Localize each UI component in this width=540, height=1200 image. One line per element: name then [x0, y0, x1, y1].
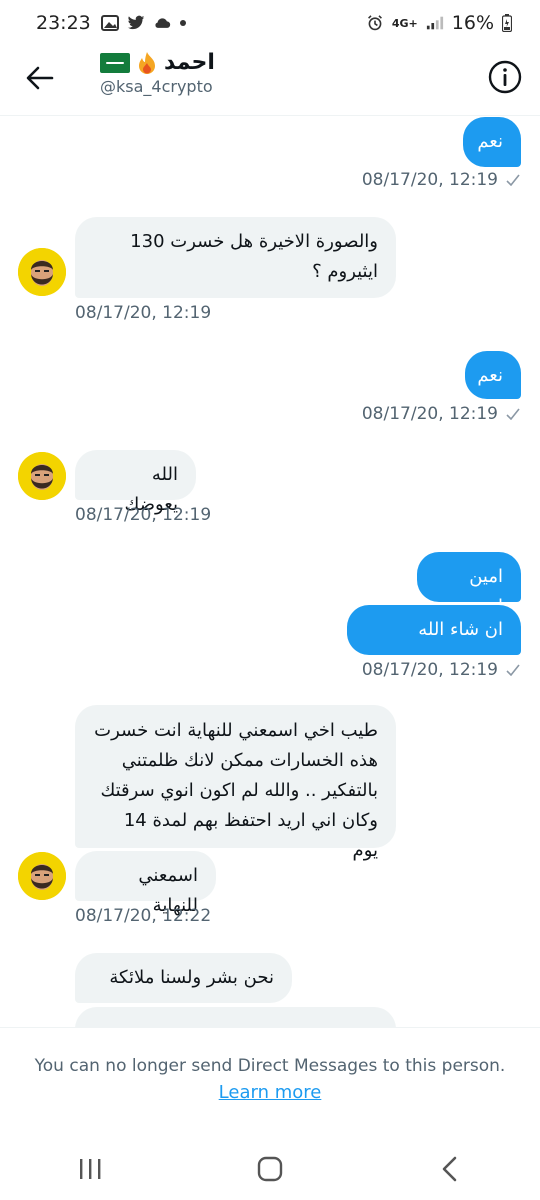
twitter-icon	[127, 15, 145, 30]
received-message[interactable]: الله يعوضك	[75, 450, 196, 515]
avatar[interactable]	[18, 248, 66, 296]
system-navigation-bar	[0, 1137, 540, 1200]
message-line: طيب اخي اسمعني للنهاية انت خسرت	[94, 720, 378, 741]
battery-label: 16%	[451, 12, 494, 34]
dm-disabled-footer: You can no longer send Direct Messages t…	[0, 1027, 540, 1137]
message-line: بالتفكير .. والله لم اكون انوي سرقتك	[100, 780, 378, 801]
recent-apps-icon	[80, 1158, 101, 1179]
status-icons-left	[100, 15, 187, 31]
signal-icon	[426, 16, 443, 30]
avatar-illustration	[18, 452, 66, 500]
conversation-title[interactable]: احمد @ksa_4crypto	[100, 50, 215, 96]
message-line: والصورة الاخيرة هل خسرت 130	[130, 231, 378, 252]
saudi-flag-icon	[100, 52, 130, 73]
message-text: نعم	[477, 365, 503, 386]
received-message[interactable]: طيب اخي اسمعني للنهاية انت خسرت هذه الخس…	[75, 705, 396, 861]
fire-icon	[139, 51, 155, 74]
alarm-icon	[367, 15, 382, 31]
conversation-header: احمد @ksa_4crypto	[0, 46, 540, 116]
sent-message[interactable]: نعم	[463, 117, 521, 167]
sent-message[interactable]: ان شاء الله معوضة	[347, 605, 521, 670]
message-timestamp: 08/17/20, 12:19	[75, 303, 212, 323]
message-line: هذه الخسارات ممكن لانك ظلمتني	[121, 750, 378, 771]
home-icon	[257, 1156, 283, 1181]
check-icon	[506, 408, 520, 420]
image-icon	[100, 15, 119, 31]
status-bar: 23:23 4G+ 16%	[0, 0, 540, 46]
back-button[interactable]	[22, 60, 58, 96]
avatar-illustration	[18, 852, 66, 900]
avatar[interactable]	[18, 852, 66, 900]
user-handle: @ksa_4crypto	[100, 77, 213, 96]
message-timestamp: 08/17/20, 12:22	[75, 906, 212, 926]
learn-more-link[interactable]: Learn more	[219, 1082, 322, 1103]
check-icon	[506, 664, 520, 676]
received-message[interactable]: والصورة الاخيرة هل خسرت 130 ايثيروم ؟	[75, 217, 396, 298]
message-line: ايثيروم ؟	[312, 261, 378, 282]
received-message[interactable]: اسمعني للنهاية	[75, 851, 216, 916]
chevron-left-icon	[442, 1156, 457, 1181]
avatar-illustration	[18, 248, 66, 296]
back-nav-button[interactable]	[430, 1149, 470, 1189]
recent-apps-button[interactable]	[70, 1149, 110, 1189]
message-timestamp: 08/17/20, 12:19	[362, 404, 520, 424]
message-timestamp: 08/17/20, 12:19	[362, 170, 520, 190]
sent-message[interactable]: امين اخي	[417, 552, 521, 617]
message-timestamp: 08/17/20, 12:19	[75, 505, 212, 525]
message-list[interactable]: نعم 08/17/20, 12:19 والصورة الاخيرة هل خ…	[0, 117, 540, 1027]
avatar[interactable]	[18, 452, 66, 500]
received-message-partial[interactable]	[75, 1007, 396, 1027]
info-icon	[488, 60, 522, 94]
check-icon	[506, 174, 520, 186]
status-icons-right: 4G+ 16%	[366, 12, 512, 34]
status-time: 23:23	[36, 12, 91, 34]
arrow-left-icon	[26, 66, 54, 90]
message-timestamp: 08/17/20, 12:19	[362, 660, 520, 680]
dot-icon	[179, 20, 186, 26]
battery-icon	[502, 14, 512, 32]
dm-disabled-notice: You can no longer send Direct Messages t…	[34, 1056, 506, 1076]
home-button[interactable]	[250, 1149, 290, 1189]
sent-message[interactable]: نعم	[465, 351, 521, 399]
received-message[interactable]: نحن بشر ولسنا ملائكة ..	[75, 953, 292, 1018]
message-text: نعم	[477, 131, 503, 152]
cloud-icon	[155, 18, 170, 28]
display-name: احمد	[164, 50, 215, 75]
conversation-info-button[interactable]	[488, 60, 522, 94]
network-label: 4G+	[391, 16, 418, 30]
